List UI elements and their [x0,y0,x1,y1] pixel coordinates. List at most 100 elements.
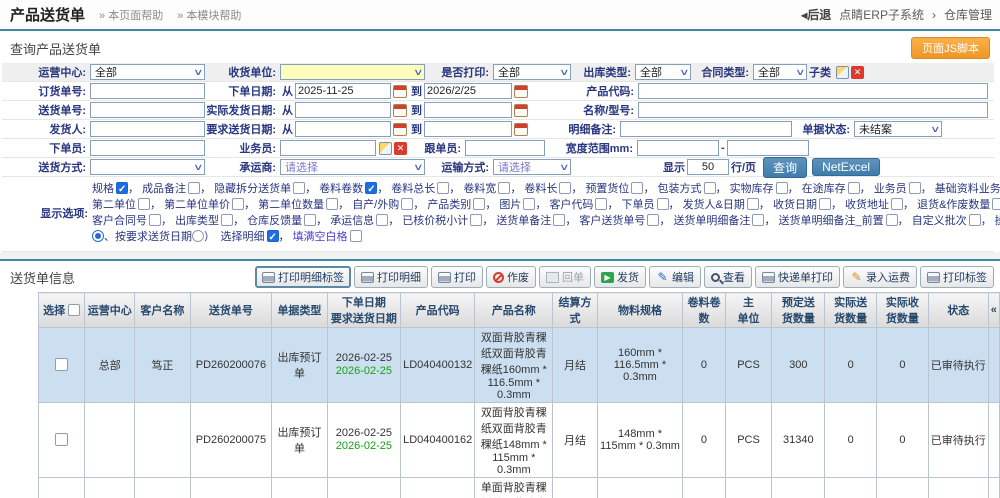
option-checkbox-卷料长[interactable] [559,182,571,194]
calendar-icon[interactable] [514,104,528,117]
page-js-script-button[interactable]: 页面JS脚本 [911,37,990,59]
width-to-input[interactable] [727,140,809,156]
delivery-no-input[interactable] [90,102,205,118]
detail-memo-input[interactable] [620,121,792,137]
option-checkbox-成品备注[interactable] [188,182,200,194]
toolbar-button-打印[interactable]: 打印 [431,266,483,288]
option-checkbox-隐藏拆分送货单[interactable] [293,182,305,194]
option-checkbox-仓库反馈量[interactable] [304,214,316,226]
order-date-to-input[interactable] [424,83,512,99]
carrier-select[interactable]: 请选择∨ [280,159,425,175]
row-checkbox[interactable] [55,358,68,371]
option-checkbox-收货地址[interactable] [891,198,903,210]
column-header-doc_type[interactable]: 单据类型 [272,293,327,328]
subtype-lookup-icon[interactable] [836,66,849,79]
column-header-product_name[interactable]: 产品名称 [475,293,553,328]
column-header-dates[interactable]: 下单日期要求送货日期 [327,293,400,328]
column-header-rolls[interactable]: 卷料卷数 [683,293,725,328]
page-help-link[interactable]: » 本页面帮助 [99,7,163,23]
product-name-cell[interactable]: 双面背胶青稞纸双面背胶青稞纸160mm * 116.5mm * 0.3mm [475,328,553,403]
column-header-select[interactable]: 选择 [39,293,85,328]
calendar-icon[interactable] [393,123,407,136]
option-checkbox-送货单备注[interactable] [553,214,565,226]
option-checkbox-第二单位数量[interactable] [326,198,338,210]
delivery-mode-select[interactable]: ∨ [90,159,205,175]
salesman-input[interactable] [280,140,376,156]
option-checkbox-客户送货单号[interactable] [647,214,659,226]
column-header-product_code[interactable]: 产品代码 [401,293,475,328]
salesman-clear-icon[interactable] [394,142,407,155]
sender-input[interactable] [90,121,205,137]
option-checkbox-承运信息[interactable] [376,214,388,226]
column-header-tail[interactable]: « [988,293,999,328]
subtype-clear-icon[interactable] [851,66,864,79]
toolbar-button-查看[interactable]: 查看 [704,266,752,288]
option-checkbox-客户代码[interactable] [595,198,607,210]
toolbar-button-打印标签[interactable]: 打印标签 [920,266,994,288]
calendar-icon[interactable] [393,85,407,98]
calendar-icon[interactable] [514,85,528,98]
placer-input[interactable] [90,140,205,156]
printed-select[interactable]: 全部∨ [493,64,571,80]
option-checkbox-填满空白格[interactable] [350,230,362,242]
option-checkbox-业务员[interactable] [909,182,921,194]
ship-date-from-input[interactable] [295,102,391,118]
outtype-select[interactable]: 全部∨ [635,64,691,80]
option-checkbox-自定义批次[interactable] [969,214,981,226]
toolbar-button-编辑[interactable]: 编辑 [649,266,701,288]
option-checkbox-自产/外购[interactable] [401,198,413,210]
follower-input[interactable] [465,140,545,156]
breadcrumb-system[interactable]: 点睛ERP子系统 [839,6,924,23]
option-checkbox-在途库存[interactable] [848,182,860,194]
option-checkbox-已核价税小计[interactable] [470,214,482,226]
option-checkbox-发货人&日期[interactable] [747,198,759,210]
column-header-delivery_no[interactable]: 送货单号 [190,293,272,328]
column-header-unit[interactable]: 主单位 [725,293,772,328]
calendar-icon[interactable] [514,123,528,136]
toolbar-button-录入运费[interactable]: 录入运费 [843,266,917,288]
option-checkbox-送货单明细备注[interactable] [752,214,764,226]
product-name-cell[interactable]: 单面背胶青稞纸单面背胶青稞纸430mm * 115mm * 0.3mm [475,478,553,498]
option-checkbox-选择明细[interactable] [267,230,279,242]
column-header-qty_recv[interactable]: 实际收货数量 [877,293,929,328]
option-checkbox-下单员[interactable] [657,198,669,210]
toolbar-button-发货[interactable]: 发货 [594,266,646,288]
query-button[interactable]: 查询 [763,157,807,178]
row-checkbox[interactable] [55,433,68,446]
column-header-qty_sent[interactable]: 实际送货数量 [825,293,877,328]
doc-state-select[interactable]: 未结案∨ [854,121,942,137]
sort-by-order-date-radio[interactable] [92,230,104,242]
option-checkbox-退货&作废数量[interactable] [992,198,1000,210]
ship-date-to-input[interactable] [424,102,512,118]
calendar-icon[interactable] [393,104,407,117]
column-header-spec[interactable]: 物料规格 [597,293,683,328]
order-no-input[interactable] [90,83,205,99]
column-header-center[interactable]: 运营中心 [85,293,135,328]
product-name-cell[interactable]: 双面背胶青稞纸双面背胶青稞纸148mm * 115mm * 0.3mm [475,403,553,478]
option-checkbox-客户合同号[interactable] [149,214,161,226]
netexcel-button[interactable]: NetExcel [812,158,880,176]
option-checkbox-卷料总长[interactable] [437,182,449,194]
option-checkbox-收货日期[interactable] [819,198,831,210]
breadcrumb-module[interactable]: 仓库管理 [944,6,992,23]
toolbar-button-打印明细标签[interactable]: 打印明细标签 [255,266,351,288]
product-code-input[interactable] [638,83,988,99]
salesman-lookup-icon[interactable] [379,142,392,155]
select-all-checkbox[interactable] [68,304,80,316]
column-header-settle[interactable]: 结算方式 [553,293,597,328]
column-header-qty_plan[interactable]: 预定送货数量 [772,293,825,328]
width-from-input[interactable] [637,140,719,156]
option-checkbox-第二单位单价[interactable] [232,198,244,210]
back-button[interactable]: ◂后退 [801,6,831,23]
sort-by-required-date-radio[interactable] [192,230,204,242]
option-checkbox-规格[interactable] [116,182,128,194]
receiver-combo[interactable]: ∨ [280,64,425,80]
option-checkbox-卷料宽[interactable] [498,182,510,194]
option-checkbox-包装方式[interactable] [704,182,716,194]
option-checkbox-第二单位[interactable] [138,198,150,210]
contract-select[interactable]: 全部∨ [753,64,807,80]
option-checkbox-图片[interactable] [523,198,535,210]
option-checkbox-卷料卷数[interactable] [365,182,377,194]
name-model-input[interactable] [638,102,988,118]
module-help-link[interactable]: » 本模块帮助 [177,7,241,23]
